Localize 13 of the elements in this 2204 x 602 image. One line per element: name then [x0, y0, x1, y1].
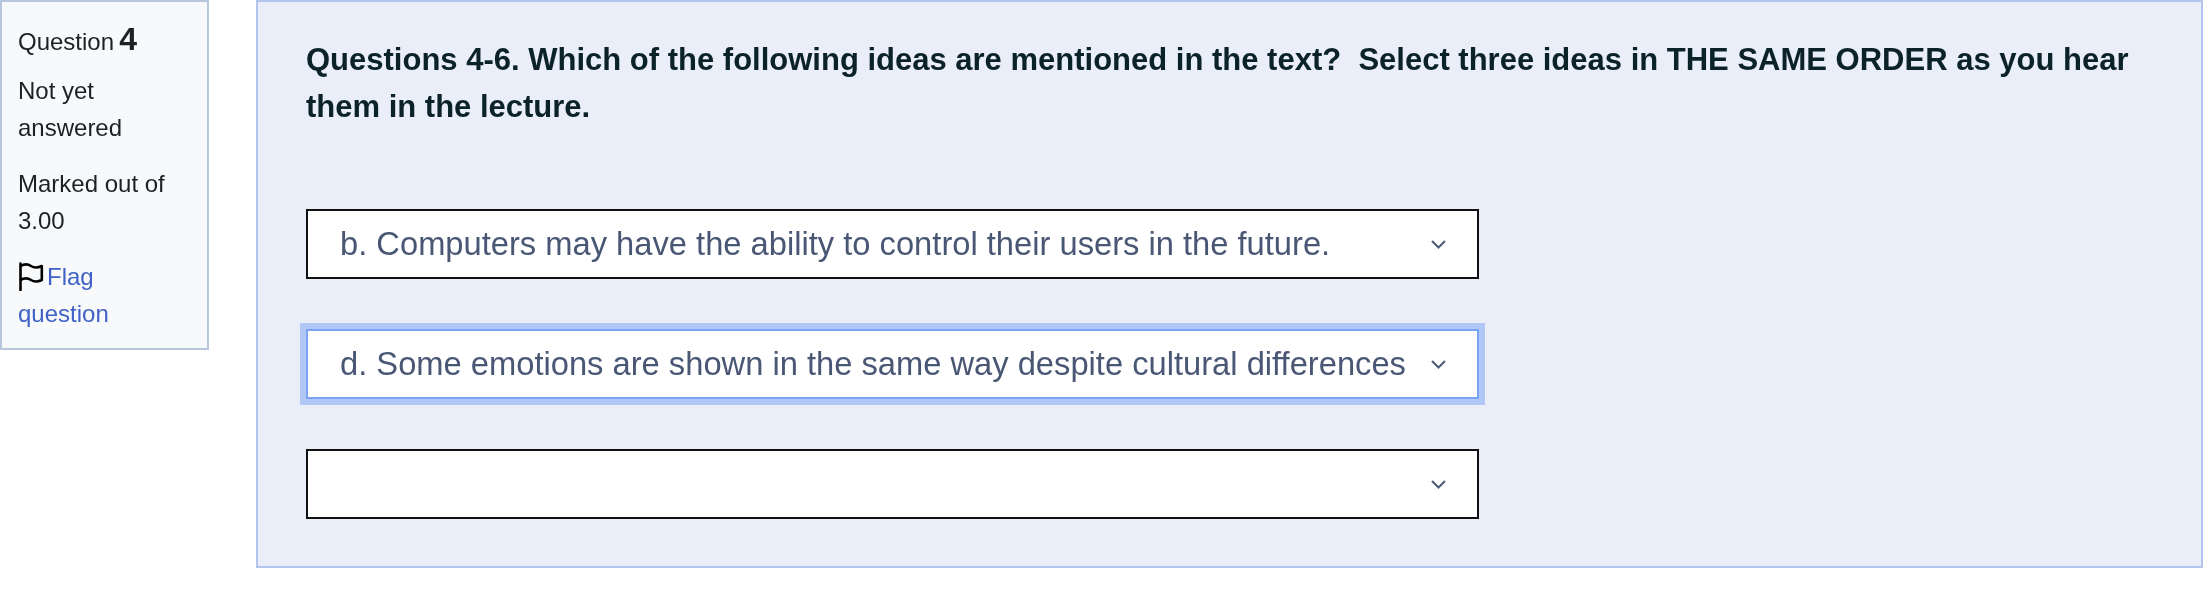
question-number: 4 [119, 21, 138, 57]
chevron-down-icon [1431, 359, 1446, 369]
flag-icon [18, 261, 44, 291]
chevron-down-icon [1431, 479, 1446, 489]
chevron-down-icon [1431, 239, 1446, 249]
answer-select[interactable]: d. Some emotions are shown in the same way despite cultural differences [300, 323, 1485, 405]
marks-text: Marked out of 3.00 [18, 168, 166, 236]
answer-select[interactable]: b. Computers may have the ability to control their users in the future. [306, 209, 1479, 279]
question-text: Questions 4-6. Which of the following ideas are mentioned in the text? Select three ideas in THE SAME ORDER as you hear them in the lecture. [306, 40, 2130, 126]
flag-question-link[interactable]: Flag question [18, 257, 185, 332]
status-text: Not yet answered [18, 75, 124, 143]
answer-select[interactable] [306, 449, 1479, 519]
question-label: Question [18, 28, 115, 55]
